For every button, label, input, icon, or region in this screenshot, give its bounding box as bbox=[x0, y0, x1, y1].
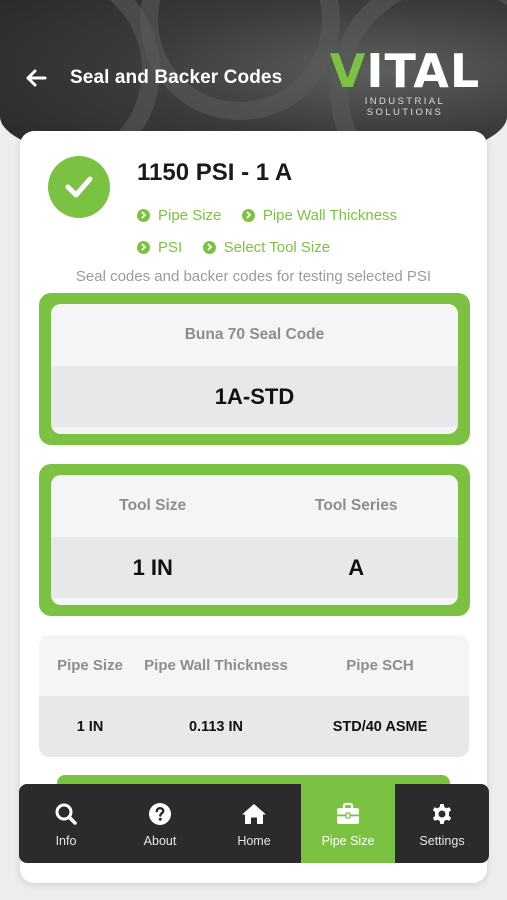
step-pipe-wall-thickness[interactable]: Pipe Wall Thickness bbox=[241, 199, 398, 231]
tab-home[interactable]: Home bbox=[207, 784, 301, 863]
page-title: Seal and Backer Codes bbox=[70, 67, 283, 88]
bottom-tab-bar: Info About Home Pipe Size Settings bbox=[19, 784, 489, 863]
seal-code-panel: Buna 70 Seal Code 1A-STD bbox=[39, 293, 470, 445]
pipe-size-value: 1 IN bbox=[76, 718, 104, 735]
question-icon bbox=[148, 800, 172, 828]
pipe-details-panel: Pipe Size Pipe Wall Thickness Pipe SCH 1… bbox=[39, 635, 469, 757]
logo-subtitle: INDUSTRIAL SOLUTIONS bbox=[364, 96, 446, 118]
tool-size-value: 1 IN bbox=[51, 537, 255, 598]
toolbox-icon bbox=[335, 800, 361, 828]
description-text: Seal codes and backer codes for testing … bbox=[75, 268, 432, 285]
seal-code-value: 1A-STD bbox=[51, 366, 458, 427]
tab-label: Home bbox=[237, 833, 271, 848]
tab-settings[interactable]: Settings bbox=[395, 784, 489, 863]
tool-size-label: Tool Size bbox=[51, 475, 255, 537]
psi-title: 1150 PSI - 1 A bbox=[137, 159, 293, 186]
step-label: Pipe Wall Thickness bbox=[262, 206, 398, 224]
step-label: Select Tool Size bbox=[223, 238, 331, 256]
pipe-sch-label: Pipe SCH bbox=[346, 657, 414, 674]
chevron-right-icon bbox=[241, 208, 255, 222]
logo-v-letter: V bbox=[329, 44, 367, 98]
vital-logo: VITAL INDUSTRIAL SOLUTIONS bbox=[325, 44, 485, 118]
step-pipe-size[interactable]: Pipe Size bbox=[137, 199, 221, 231]
pipe-size-label: Pipe Size bbox=[57, 657, 123, 674]
tab-label: About bbox=[143, 833, 177, 848]
tool-series-value: A bbox=[254, 537, 458, 598]
tab-label: Settings bbox=[419, 833, 465, 848]
tab-pipe-size[interactable]: Pipe Size bbox=[301, 784, 395, 863]
pipe-wall-thickness-label: Pipe Wall Thickness bbox=[144, 657, 288, 674]
tool-series-label: Tool Series bbox=[254, 475, 458, 537]
search-icon bbox=[54, 800, 78, 828]
pipe-wall-thickness-value: 0.113 IN bbox=[188, 718, 243, 735]
step-psi[interactable]: PSI bbox=[137, 231, 182, 263]
arrow-left-icon bbox=[26, 69, 47, 87]
pipe-sch-value: STD/40 ASME bbox=[332, 718, 428, 735]
selection-steps: Pipe Size Pipe Wall Thickness PSI Select… bbox=[137, 199, 467, 263]
results-card: 1150 PSI - 1 A Pipe Size Pipe Wall Thick… bbox=[20, 131, 487, 883]
tab-label: Info bbox=[55, 833, 77, 848]
step-label: Pipe Size bbox=[158, 206, 222, 224]
chevron-right-icon bbox=[137, 240, 150, 254]
step-label: PSI bbox=[158, 238, 183, 256]
chevron-right-icon bbox=[202, 240, 216, 254]
check-icon bbox=[48, 156, 110, 218]
seal-code-label: Buna 70 Seal Code bbox=[51, 304, 458, 366]
tab-label: Pipe Size bbox=[321, 833, 375, 848]
step-select-tool-size[interactable]: Select Tool Size bbox=[202, 231, 331, 263]
top-bar: Seal and Backer Codes VITAL INDUSTRIAL S… bbox=[0, 44, 507, 118]
tool-panel: Tool Size Tool Series 1 IN A bbox=[39, 464, 470, 616]
tab-info[interactable]: Info bbox=[19, 784, 113, 863]
tab-about[interactable]: About bbox=[113, 784, 207, 863]
logo-mark: VITAL bbox=[329, 44, 481, 98]
gear-icon bbox=[430, 800, 454, 828]
chevron-right-icon bbox=[137, 208, 150, 222]
back-button[interactable] bbox=[22, 64, 50, 92]
home-icon bbox=[241, 800, 267, 828]
